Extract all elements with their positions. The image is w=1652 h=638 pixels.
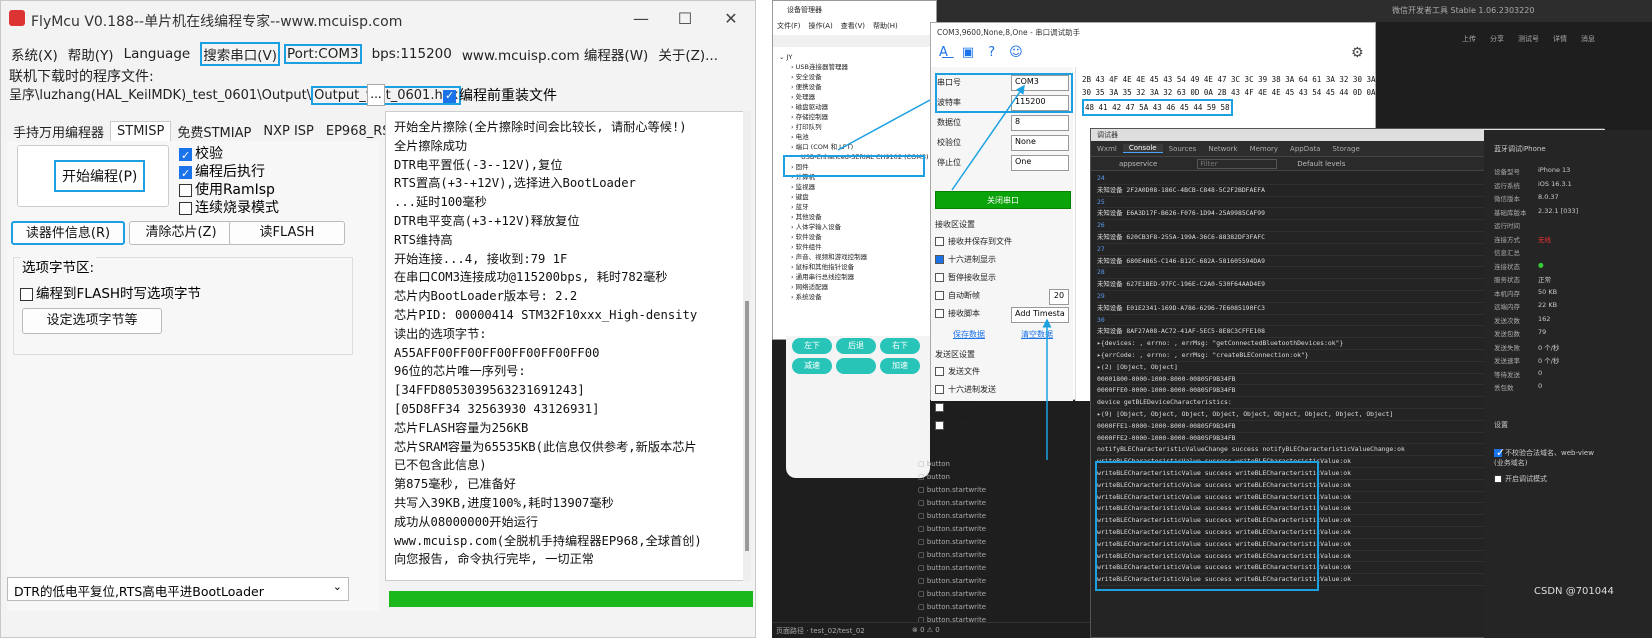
arrow-port: [837, 99, 931, 151]
app-icon: [9, 10, 25, 26]
menu-search-port[interactable]: 搜索串口(V): [200, 42, 280, 66]
option-write-label: 编程到FLASH时写选项字节: [36, 286, 202, 302]
option-label: 编程后执行: [195, 164, 265, 180]
option-label: 校验: [195, 146, 223, 162]
log-line: 在串口COM3连接成功@115200bps, 耗时782毫秒: [394, 270, 668, 285]
log-line: [05D8FF34 32563930 43126931]: [394, 401, 600, 416]
tab-bar: 手持万用编程器 STMISP 免费STMIAP NXP ISP EP968_RS…: [7, 119, 421, 143]
scrollbar-thumb[interactable]: [745, 301, 749, 551]
file-path[interactable]: 呈序\luzhang(HAL_KeilMDK)_test_0601\Output…: [9, 84, 462, 105]
log-line: DTR电平置低(-3--12V),复位: [394, 157, 563, 172]
log-line: RTS置高(+3-+12V),选择进入BootLoader: [394, 176, 636, 191]
reload-label: 编程前重装文件: [459, 88, 557, 104]
flymcu-window: FlyMcu V0.188--单片机在线编程专家--www.mcuisp.com…: [0, 0, 756, 638]
minimize-icon[interactable]: —: [629, 9, 653, 28]
option-verify[interactable]: 校验: [179, 145, 279, 165]
read-info-button[interactable]: 读器件信息(R): [11, 221, 125, 245]
log-line: 读出的选项字节:: [394, 326, 487, 341]
browse-button[interactable]: ...: [367, 84, 385, 106]
log-line: 开始全片擦除(全片擦除时间会比较长, 请耐心等候!): [394, 120, 687, 134]
file-path-prefix: 呈序\luzhang(HAL_KeilMDK)_test_0601\Output…: [9, 88, 312, 103]
boot-mode-select[interactable]: DTR的低电平复位,RTS高电平进BootLoader ⌄: [7, 577, 349, 601]
checkbox-icon[interactable]: [179, 165, 192, 183]
maximize-icon[interactable]: ☐: [673, 9, 697, 28]
log-line: 已不包含此信息): [394, 458, 487, 473]
log-line: 96位的芯片唯一序列号:: [394, 364, 526, 379]
log-line: RTS维持高: [394, 232, 453, 247]
log-line: 向您报告, 命令执行完毕, 一切正常: [394, 552, 594, 567]
option-byte-group: 选项字节区: 编程到FLASH时写选项字节 设定选项字节等: [13, 256, 353, 355]
option-byte-label: 选项字节区:: [20, 256, 97, 276]
menu-about[interactable]: 关于(Z)...: [658, 44, 718, 64]
menu-help[interactable]: 帮助(Y): [68, 44, 114, 64]
reload-checkbox[interactable]: 编程前重装文件: [443, 85, 557, 105]
tab-stmisp[interactable]: STMISP: [110, 121, 172, 141]
checkbox-icon[interactable]: [179, 147, 192, 165]
tab-stmiap[interactable]: 免费STMIAP: [171, 120, 257, 143]
log-scrollbar[interactable]: [743, 111, 751, 581]
log-line: www.mcuisp.com(全脱机手持编程器EP968,全球首创): [394, 533, 702, 548]
tab-nxp[interactable]: NXP ISP: [257, 122, 320, 141]
output-log: 开始全片擦除(全片擦除时间会比较长, 请耐心等候!) 全片擦除成功 DTR电平置低(…: [385, 111, 749, 581]
menu-programmer[interactable]: www.mcuisp.com 编程器(W): [462, 44, 648, 64]
file-path-name: Output_test_0601.hex: [311, 86, 462, 105]
log-line: 第875毫秒, 已准备好: [394, 477, 516, 492]
log-line: 芯片SRAM容量为65535KB(此信息仅供参考,新版本芯片: [394, 439, 697, 454]
log-line: 共写入39KB,进度100%,耗时13907毫秒: [394, 495, 614, 510]
menu-bps[interactable]: bps:115200: [372, 46, 452, 62]
clear-chip-button[interactable]: 清除芯片(Z): [129, 221, 233, 245]
option-run-after[interactable]: 编程后执行: [179, 163, 279, 183]
menu-bar: 系统(X) 帮助(Y) Language 搜索串口(V) Port:COM3 b…: [1, 41, 755, 67]
option-continuous[interactable]: 连续烧录模式: [179, 199, 279, 217]
option-write-checkbox[interactable]: 编程到FLASH时写选项字节: [20, 282, 201, 302]
log-line: 芯片PID: 00000414 STM32F10xxx_High-density: [394, 307, 698, 322]
option-list: 校验 编程后执行 使用RamIsp 连续烧录模式: [179, 145, 279, 217]
file-label: 联机下载时的程序文件:: [9, 69, 154, 85]
log-line: 成功从08000000开始运行: [394, 514, 539, 529]
checkbox-icon[interactable]: [443, 89, 456, 103]
window-title: FlyMcu V0.188--单片机在线编程专家--www.mcuisp.com: [31, 14, 403, 30]
checkbox-icon[interactable]: [179, 201, 192, 215]
checkbox-icon[interactable]: [20, 287, 33, 301]
log-line: 芯片内BootLoader版本号: 2.2: [394, 289, 578, 304]
log-line: ...延时100毫秒: [394, 195, 487, 210]
annotation-arrows: [837, 84, 1052, 460]
title-bar: FlyMcu V0.188--单片机在线编程专家--www.mcuisp.com…: [1, 1, 755, 39]
progress-fill: [389, 591, 753, 607]
menu-language[interactable]: Language: [124, 46, 191, 62]
start-program-button[interactable]: 开始编程(P): [54, 160, 146, 192]
set-option-button[interactable]: 设定选项字节等: [22, 308, 162, 334]
log-line: 全片擦除成功: [394, 138, 468, 153]
log-line: DTR电平变高(+3-+12V)释放复位: [394, 213, 580, 228]
checkbox-icon[interactable]: [179, 183, 192, 197]
tab-handheld[interactable]: 手持万用编程器: [7, 120, 110, 143]
option-ramisp[interactable]: 使用RamIsp: [179, 181, 279, 199]
start-button-frame[interactable]: 开始编程(P): [17, 145, 169, 207]
log-line: 芯片FLASH容量为256KB: [394, 420, 529, 435]
read-flash-button[interactable]: 读FLASH: [229, 221, 345, 245]
progress-bar: [389, 591, 753, 607]
stmisp-panel: 开始编程(P) 校验 编程后执行 使用RamIsp 连续烧录模式 读器件信息(R…: [7, 141, 379, 611]
option-label: 连续烧录模式: [195, 200, 279, 216]
close-icon[interactable]: ✕: [719, 9, 743, 28]
menu-system[interactable]: 系统(X): [11, 44, 58, 64]
arrow-baud: [951, 84, 1025, 191]
log-line: [34FFD8053039563231691243]: [394, 383, 585, 398]
boot-mode-value: DTR的低电平复位,RTS高电平进BootLoader: [14, 584, 264, 599]
desktop-right: 微信开发者工具 Stable 1.06.2303220 上传 分享 测试号 详情…: [772, 0, 1652, 638]
option-label: 使用RamIsp: [195, 182, 275, 198]
menu-port[interactable]: Port:COM3: [283, 44, 362, 64]
chevron-down-icon: ⌄: [332, 580, 342, 593]
log-line: A55AFF00FF00FF00FF00FF00FF00: [394, 345, 600, 360]
log-line: 开始连接...4, 接收到:79 1F: [394, 251, 568, 266]
